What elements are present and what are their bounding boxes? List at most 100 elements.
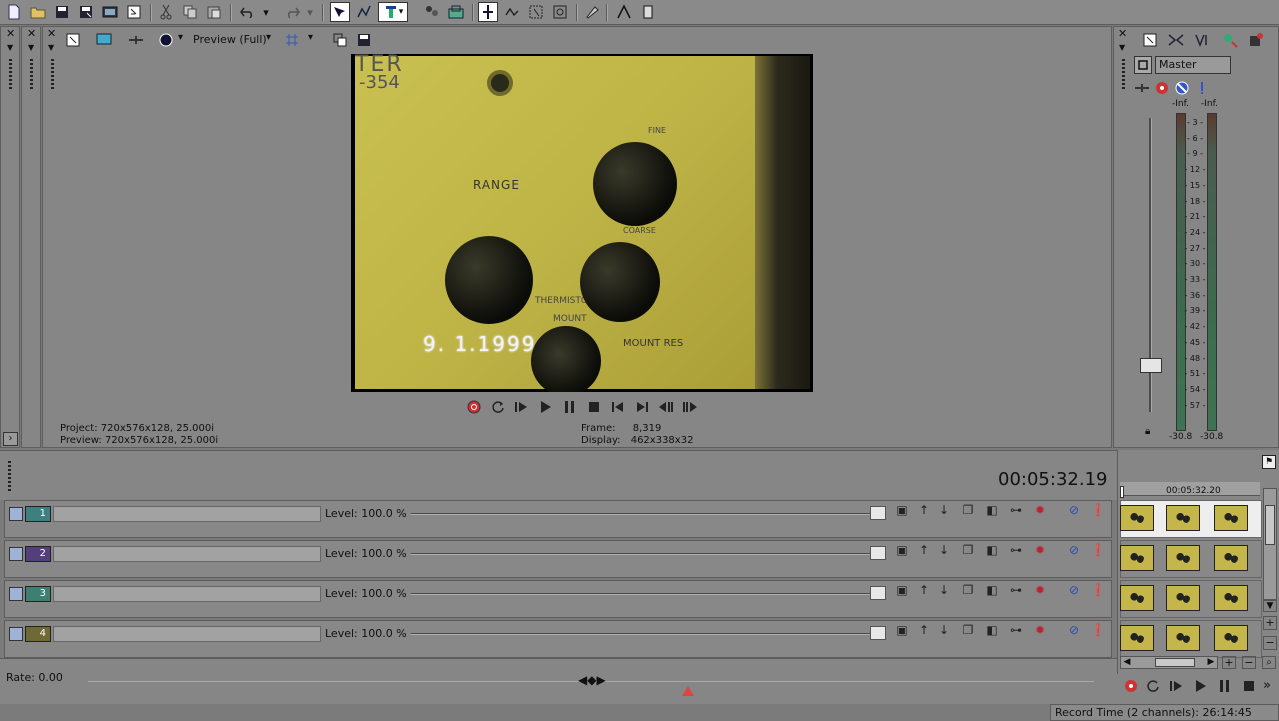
event-thumbnail[interactable] bbox=[1120, 545, 1154, 571]
track-level-slider[interactable] bbox=[411, 513, 871, 515]
event-thumbnail[interactable] bbox=[1120, 625, 1154, 651]
preview-quality-dropdown-arrow[interactable]: ▾ bbox=[178, 32, 183, 43]
record-icon[interactable] bbox=[1121, 676, 1141, 696]
mute-automation-icon[interactable]: ▣ bbox=[894, 582, 910, 598]
track-level-slider[interactable] bbox=[411, 633, 871, 635]
preview-quality-dropdown[interactable]: Preview (Full) bbox=[193, 33, 267, 46]
zoom-in-horizontal-icon[interactable]: + bbox=[1222, 656, 1236, 669]
bus-mute-icon[interactable] bbox=[1172, 78, 1192, 98]
copy-snapshot-icon[interactable] bbox=[330, 30, 350, 50]
redo-icon[interactable] bbox=[282, 2, 302, 22]
track-pan-icon[interactable]: ⊶ bbox=[1008, 622, 1024, 638]
track-solo-icon[interactable]: ❗ bbox=[1090, 582, 1106, 598]
make-compositing-child-icon[interactable]: ◧ bbox=[984, 582, 1000, 598]
event-thumbnail[interactable] bbox=[1120, 585, 1154, 611]
stop-icon[interactable] bbox=[584, 397, 604, 417]
dock-grip[interactable] bbox=[51, 59, 54, 89]
track-expand-icon[interactable] bbox=[9, 547, 23, 561]
render-icon[interactable] bbox=[100, 2, 120, 22]
previous-frame-icon[interactable] bbox=[656, 397, 676, 417]
copy-icon[interactable] bbox=[180, 2, 200, 22]
track-level-slider[interactable] bbox=[411, 593, 871, 595]
loop-playback-icon[interactable] bbox=[488, 397, 508, 417]
horizontal-scrollbar[interactable]: ◀ ▶ bbox=[1120, 656, 1218, 669]
move-up-icon[interactable]: ↑ bbox=[916, 542, 932, 558]
event-thumbnail[interactable] bbox=[1120, 505, 1154, 531]
loop-playback-icon[interactable] bbox=[1143, 676, 1163, 696]
track-mute-icon[interactable]: ⊘ bbox=[1066, 582, 1082, 598]
track-solo-icon[interactable]: ❗ bbox=[1090, 622, 1106, 638]
track-name-field[interactable] bbox=[53, 626, 321, 642]
event-thumbnail[interactable] bbox=[1166, 505, 1200, 531]
zoom-out-horizontal-icon[interactable]: − bbox=[1242, 656, 1256, 669]
envelope-tool-icon[interactable] bbox=[354, 2, 374, 22]
ignore-event-grouping-icon[interactable] bbox=[502, 2, 522, 22]
move-up-icon[interactable]: ↑ bbox=[916, 502, 932, 518]
scroll-right-arrow-icon[interactable]: ▶ bbox=[1205, 657, 1217, 668]
track-fx-icon[interactable]: ✹ bbox=[1032, 622, 1048, 638]
bus-pan-icon[interactable] bbox=[1132, 78, 1152, 98]
enable-snapping-icon[interactable] bbox=[478, 2, 498, 22]
normal-edit-tool-icon[interactable] bbox=[330, 2, 350, 22]
track-mute-icon[interactable]: ⊘ bbox=[1066, 502, 1082, 518]
split-icon[interactable] bbox=[614, 2, 634, 22]
lock-envelopes-icon[interactable] bbox=[446, 2, 466, 22]
overlays-dropdown-icon[interactable]: ▾ bbox=[308, 32, 313, 43]
track-solo-icon[interactable]: ❗ bbox=[1090, 542, 1106, 558]
track-level-slider[interactable] bbox=[411, 553, 871, 555]
paste-icon[interactable] bbox=[204, 2, 224, 22]
zoom-tool-icon[interactable]: ⌕ bbox=[1262, 656, 1276, 669]
record-icon[interactable] bbox=[464, 397, 484, 417]
track-name-field[interactable] bbox=[53, 586, 321, 602]
paint-icon[interactable] bbox=[582, 2, 602, 22]
track-expand-icon[interactable] bbox=[9, 507, 23, 521]
timeline-timecode[interactable]: 00:05:32.19 bbox=[998, 469, 1107, 490]
track-solo-icon[interactable]: ❗ bbox=[1090, 502, 1106, 518]
track-pan-icon[interactable]: ⊶ bbox=[1008, 502, 1024, 518]
add-bus-icon[interactable] bbox=[1246, 30, 1266, 50]
mute-automation-icon[interactable]: ▣ bbox=[894, 542, 910, 558]
master-fader-knob[interactable] bbox=[1140, 358, 1162, 373]
close-icon[interactable]: ✕ bbox=[27, 28, 36, 39]
track-level-knob[interactable] bbox=[870, 506, 886, 520]
zoom-tool-icon[interactable] bbox=[550, 2, 570, 22]
track-fx-icon[interactable]: ✹ bbox=[1032, 582, 1048, 598]
mute-automation-icon[interactable]: ▣ bbox=[894, 502, 910, 518]
event-thumbnail[interactable] bbox=[1166, 585, 1200, 611]
mixer-fx-icon[interactable] bbox=[1220, 30, 1240, 50]
track-level-knob[interactable] bbox=[870, 546, 886, 560]
save-icon[interactable] bbox=[52, 2, 72, 22]
bus-solo-icon[interactable] bbox=[1192, 78, 1212, 98]
track-expand-icon[interactable] bbox=[9, 587, 23, 601]
compositing-mode-icon[interactable]: ❐ bbox=[960, 582, 976, 598]
move-up-icon[interactable]: ↑ bbox=[916, 622, 932, 638]
event-thumbnail[interactable] bbox=[1214, 585, 1248, 611]
event-thumbnail[interactable] bbox=[1214, 625, 1248, 651]
vertical-scrollbar-thumb[interactable] bbox=[1265, 505, 1275, 545]
scroll-down-arrow-icon[interactable]: ▼ bbox=[1263, 600, 1277, 612]
make-compositing-child-icon[interactable]: ◧ bbox=[984, 502, 1000, 518]
dim-output-icon[interactable] bbox=[1192, 30, 1212, 50]
dock-grip[interactable] bbox=[8, 461, 11, 491]
redo-dropdown-icon[interactable]: ▾ bbox=[304, 2, 316, 22]
horizontal-scrollbar-thumb[interactable] bbox=[1155, 658, 1195, 667]
marker-flag-icon[interactable]: ⚑ bbox=[1262, 455, 1276, 469]
play-icon[interactable] bbox=[1191, 676, 1211, 696]
track-pan-icon[interactable]: ⊶ bbox=[1008, 582, 1024, 598]
video-output-icon[interactable] bbox=[63, 30, 83, 50]
play-icon[interactable] bbox=[536, 397, 556, 417]
dock-grip[interactable] bbox=[9, 59, 12, 89]
close-icon[interactable]: ✕ bbox=[6, 28, 15, 39]
expand-arrow-icon[interactable]: › bbox=[3, 432, 18, 446]
video-preview[interactable]: TER -354 RANGE FINE COARSE THERMISTOR MO… bbox=[351, 54, 813, 392]
dock-grip[interactable] bbox=[1122, 59, 1125, 89]
track-fx-icon[interactable]: ✹ bbox=[1032, 502, 1048, 518]
split-screen-icon[interactable] bbox=[126, 30, 146, 50]
make-compositing-child-icon[interactable]: ◧ bbox=[984, 622, 1000, 638]
fader-lock-icon[interactable]: 🔒︎ bbox=[1145, 426, 1150, 437]
close-icon[interactable]: ✕ bbox=[47, 28, 56, 39]
zoom-in-vertical-icon[interactable]: + bbox=[1263, 616, 1277, 630]
undo-icon[interactable] bbox=[238, 2, 258, 22]
track-level-knob[interactable] bbox=[870, 626, 886, 640]
auto-ripple-icon[interactable] bbox=[422, 2, 442, 22]
